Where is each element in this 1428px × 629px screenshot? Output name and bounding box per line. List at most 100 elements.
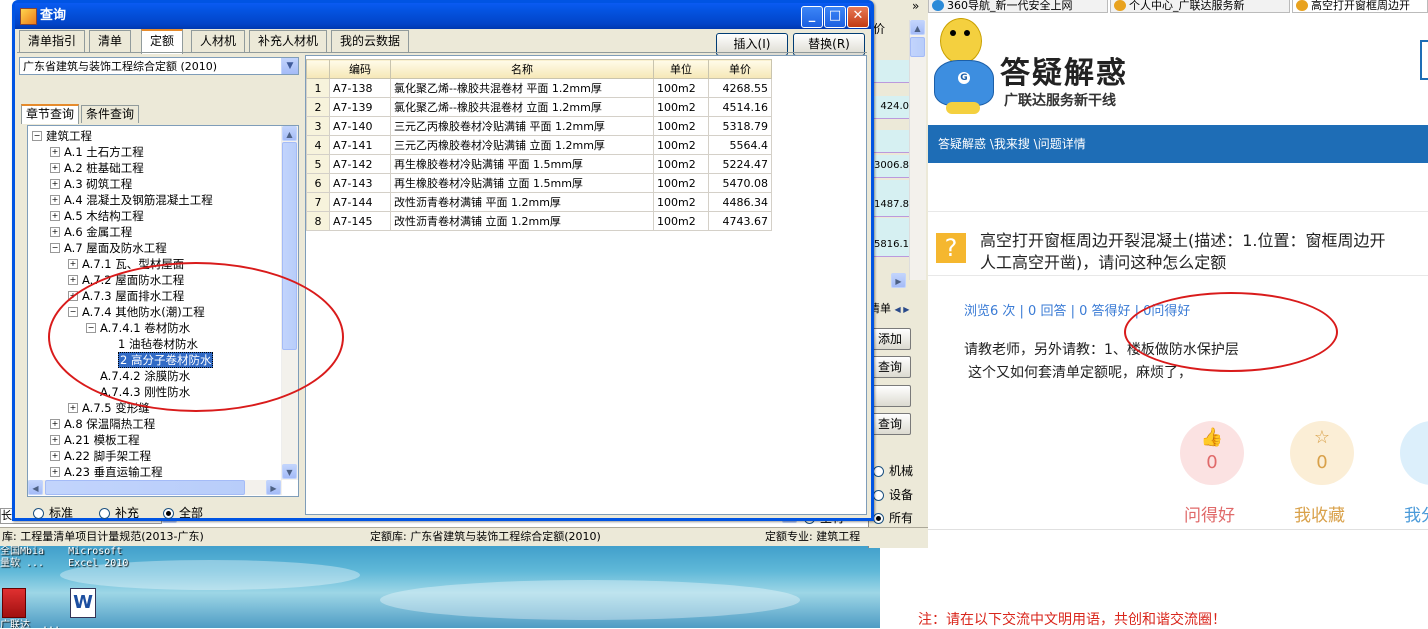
column-header-name[interactable]: 名称 xyxy=(390,59,654,79)
browser-tab[interactable]: 360导航_新一代安全上网 xyxy=(928,0,1108,13)
scroll-thumb[interactable] xyxy=(45,480,245,495)
radio-circle[interactable] xyxy=(163,508,174,519)
expand-plus-icon[interactable]: + xyxy=(50,226,60,237)
radio-circle[interactable] xyxy=(33,508,44,519)
tab-bill-guide[interactable]: 清单指引 xyxy=(19,30,86,52)
pan-arrows-icon[interactable]: ◀ ▶ xyxy=(895,305,910,314)
expand-plus-icon[interactable]: + xyxy=(50,194,60,205)
radio-all-types[interactable]: 全部 xyxy=(163,503,203,523)
tree-node[interactable]: + A.2 桩基础工程 xyxy=(50,160,144,176)
radio-circle[interactable] xyxy=(873,490,884,501)
tree-node[interactable]: + A.1 土石方工程 xyxy=(50,144,144,160)
tree-node[interactable]: + A.23 垂直运输工程 xyxy=(50,464,163,480)
column-header-code[interactable]: 编码 xyxy=(329,59,391,79)
bg-query-button[interactable]: 查询 xyxy=(869,356,911,378)
scroll-down-arrow-icon[interactable]: ▼ xyxy=(282,464,297,479)
tab-labor-material-machine[interactable]: 人材机 xyxy=(191,30,246,52)
search-box-edge[interactable] xyxy=(1420,40,1428,80)
expand-plus-icon[interactable]: + xyxy=(50,418,60,429)
column-header-unit[interactable]: 单位 xyxy=(653,59,709,79)
expand-plus-icon[interactable]: + xyxy=(50,466,60,477)
expand-plus-icon[interactable]: + xyxy=(50,162,60,173)
mascot-logo: G xyxy=(932,16,998,118)
breadcrumb[interactable]: 答疑解惑 \我来搜 \问题详情 xyxy=(938,125,1086,163)
table-row[interactable]: 8 A7-145 改性沥青卷材满铺 立面 1.2mm厚 100m2 4743.67 xyxy=(306,211,772,231)
quota-library-select[interactable]: 广东省建筑与装饰工程综合定额 (2010) ▼ xyxy=(19,57,299,75)
cell-price: 4486.34 xyxy=(708,192,772,212)
close-icon[interactable]: ✕ xyxy=(847,6,869,28)
scroll-up-arrow-icon[interactable]: ▲ xyxy=(910,20,925,35)
radio-machine[interactable]: 机械 xyxy=(873,462,913,479)
expand-plus-icon[interactable]: + xyxy=(50,146,60,157)
table-row[interactable]: 7 A7-144 改性沥青卷材满铺 平面 1.2mm厚 100m2 4486.34 xyxy=(306,192,772,212)
row-number: 5 xyxy=(306,154,330,174)
tree-node[interactable]: + A.5 木结构工程 xyxy=(50,208,144,224)
bg-vertical-scrollbar[interactable]: ▲ xyxy=(909,20,926,280)
tree-node-label: A.22 脚手架工程 xyxy=(64,449,152,463)
bg-blank-button[interactable] xyxy=(869,385,911,407)
bg-query-button-2[interactable]: 查询 xyxy=(869,413,911,435)
radio-circle[interactable] xyxy=(873,466,884,477)
browser-tab[interactable]: 个人中心_广联达服务新 xyxy=(1110,0,1290,13)
expand-plus-icon[interactable]: + xyxy=(50,450,60,461)
column-header-price[interactable]: 单价 xyxy=(708,59,772,79)
subtab-condition-query[interactable]: 条件查询 xyxy=(81,105,140,123)
expand-plus-icon[interactable]: + xyxy=(50,210,60,221)
favorite-button[interactable]: ☆ 0 xyxy=(1290,421,1354,485)
table-row[interactable]: 4 A7-141 三元乙丙橡胶卷材冷贴满铺 立面 1.2mm厚 100m2 5564.4 xyxy=(306,135,772,155)
tab-supplementary-lmm[interactable]: 补充人材机 xyxy=(249,30,328,52)
tree-node[interactable]: + A.8 保温隔热工程 xyxy=(50,416,155,432)
tree-node[interactable]: + A.21 模板工程 xyxy=(50,432,140,448)
table-row[interactable]: 1 A7-138 氯化聚乙烯--橡胶共混卷材 平面 1.2mm厚 100m2 4268.… xyxy=(306,78,772,98)
scroll-right-arrow-icon[interactable]: ▶ xyxy=(891,273,906,288)
subtab-chapter-query[interactable]: 章节查询 xyxy=(21,104,80,124)
collapse-minus-icon[interactable]: − xyxy=(32,130,42,141)
expand-plus-icon[interactable]: + xyxy=(68,258,78,269)
tree-node[interactable]: + A.6 金属工程 xyxy=(50,224,132,240)
expand-plus-icon[interactable]: + xyxy=(68,274,78,285)
share-button[interactable] xyxy=(1400,421,1428,485)
radio-circle[interactable] xyxy=(873,513,884,524)
bg-add-button[interactable]: 添加 xyxy=(869,328,911,350)
upvote-button[interactable]: 👍 0 xyxy=(1180,421,1244,485)
dialog-titlebar[interactable]: 查询 _ □ ✕ xyxy=(15,3,871,29)
tree-node[interactable]: + A.4 混凝土及钢筋混凝土工程 xyxy=(50,192,213,208)
chevron-double-right-icon[interactable]: » xyxy=(912,0,926,12)
expand-plus-icon[interactable]: + xyxy=(50,178,60,189)
scroll-left-arrow-icon[interactable]: ◀ xyxy=(28,480,43,495)
minimize-icon[interactable]: _ xyxy=(801,6,823,28)
radio-all[interactable]: 所有 xyxy=(873,509,913,526)
tree-node[interactable]: − A.7 屋面及防水工程 xyxy=(50,240,167,256)
radio-supplementary[interactable]: 补充 xyxy=(99,503,139,523)
desktop-app-icon[interactable] xyxy=(2,588,26,618)
maximize-icon[interactable]: □ xyxy=(824,6,846,28)
tree-node[interactable]: + A.22 脚手架工程 xyxy=(50,448,151,464)
tab-quota[interactable]: 定额 xyxy=(141,29,184,54)
scroll-thumb[interactable] xyxy=(910,37,925,57)
table-row[interactable]: 5 A7-142 再生橡胶卷材冷贴满铺 平面 1.5mm厚 100m2 5224.47 xyxy=(306,154,772,174)
expand-plus-icon[interactable]: + xyxy=(50,434,60,445)
expand-plus-icon[interactable]: + xyxy=(68,402,78,413)
browser-favicon-icon xyxy=(1296,0,1308,11)
radio-equipment[interactable]: 设备 xyxy=(873,486,913,503)
tree-node-label: A.5 木结构工程 xyxy=(64,209,144,223)
tree-horizontal-scrollbar[interactable]: ◀ ▶ xyxy=(28,480,282,495)
cell-name: 改性沥青卷材满铺 平面 1.2mm厚 xyxy=(390,192,654,212)
table-row[interactable]: 2 A7-139 氯化聚乙烯--橡胶共混卷材 立面 1.2mm厚 100m2 4514.… xyxy=(306,97,772,117)
radio-standard[interactable]: 标准 xyxy=(33,503,73,523)
collapse-minus-icon[interactable]: − xyxy=(50,242,60,253)
question-page: ? 高空打开窗框周边开裂混凝土(描述：1.位置：窗框周边开 人工高空开凿)，请问… xyxy=(918,163,1428,628)
tree-node[interactable]: − 建筑工程 xyxy=(32,128,92,144)
scroll-up-arrow-icon[interactable]: ▲ xyxy=(282,126,297,141)
radio-circle[interactable] xyxy=(99,508,110,519)
tree-node[interactable]: + A.3 砌筑工程 xyxy=(50,176,132,192)
cell-unit: 100m2 xyxy=(653,97,709,117)
tab-bill[interactable]: 清单 xyxy=(89,30,132,52)
table-row[interactable]: 3 A7-140 三元乙丙橡胶卷材冷贴满铺 平面 1.2mm厚 100m2 5318.7… xyxy=(306,116,772,136)
browser-tab-active[interactable]: 高空打开窗框周边开 xyxy=(1292,0,1428,13)
word-document-icon[interactable]: W xyxy=(70,588,96,618)
scroll-right-arrow-icon[interactable]: ▶ xyxy=(266,480,281,495)
chevron-down-icon[interactable]: ▼ xyxy=(281,58,298,74)
table-row[interactable]: 6 A7-143 再生橡胶卷材冷贴满铺 立面 1.5mm厚 100m2 5470.08 xyxy=(306,173,772,193)
tab-my-cloud-data[interactable]: 我的云数据 xyxy=(331,30,410,52)
